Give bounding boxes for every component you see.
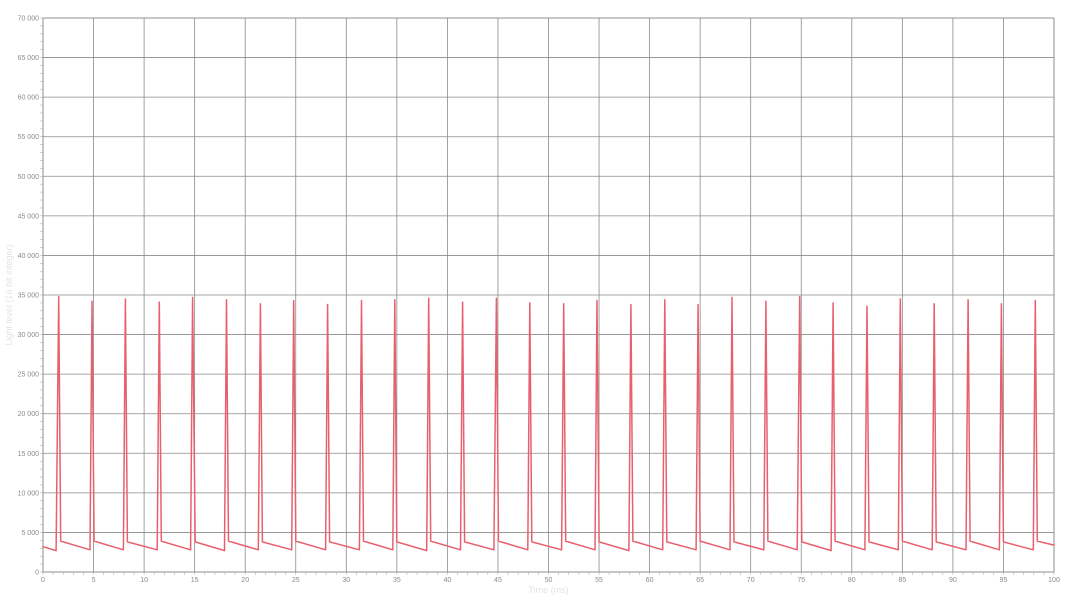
x-tick-label: 50 <box>545 577 553 584</box>
x-tick-label: 30 <box>342 577 350 584</box>
y-tick-label: 40 000 <box>18 253 40 260</box>
x-tick-label: 80 <box>848 577 856 584</box>
x-tick-label: 70 <box>747 577 755 584</box>
y-tick-label: 15 000 <box>18 451 40 458</box>
x-axis-title: Time (ms) <box>528 585 568 595</box>
y-tick-label: 5 000 <box>21 530 39 537</box>
x-tick-label: 75 <box>797 577 805 584</box>
x-tick-label: 40 <box>444 577 452 584</box>
y-tick-label: 50 000 <box>18 174 40 181</box>
x-tick-label: 90 <box>949 577 957 584</box>
x-tick-label: 5 <box>92 577 96 584</box>
light-level-chart: 0 5 10 15 20 25 30 35 40 45 50 55 60 65 70 75 80 85 90 95 10… <box>4 16 1060 596</box>
y-tick-label: 10 000 <box>18 490 40 497</box>
y-axis-title: Light level (16 bit integer) <box>4 244 14 345</box>
y-tick-label: 70 000 <box>18 16 40 23</box>
x-tick-label: 35 <box>393 577 401 584</box>
x-tick-label: 100 <box>1048 577 1060 584</box>
x-tick-label: 15 <box>191 577 199 584</box>
y-tick-label: 30 000 <box>18 332 40 339</box>
x-tick-label: 65 <box>696 577 704 584</box>
y-tick-label: 65 000 <box>18 55 40 62</box>
y-axis-ticks: 0 5 000 10 000 15 000 20 000 25 000 30 000 35 0… <box>18 16 40 577</box>
y-tick-label: 35 000 <box>18 293 40 300</box>
x-tick-label: 20 <box>241 577 249 584</box>
x-tick-label: 0 <box>41 577 45 584</box>
y-tick-label: 25 000 <box>18 372 40 379</box>
x-tick-label: 45 <box>494 577 502 584</box>
y-tick-label: 60 000 <box>18 95 40 102</box>
x-tick-label: 55 <box>595 577 603 584</box>
x-tick-label: 85 <box>898 577 906 584</box>
x-axis-ticks: 0 5 10 15 20 25 30 35 40 45 50 55 60 65 70 75 80 85 90 95 10… <box>41 577 1060 584</box>
x-tick-label: 60 <box>646 577 654 584</box>
x-tick-label: 25 <box>292 577 300 584</box>
x-tick-label: 95 <box>1000 577 1008 584</box>
y-tick-label: 0 <box>35 570 39 577</box>
y-tick-label: 20 000 <box>18 411 40 418</box>
y-tick-label: 45 000 <box>18 213 40 220</box>
x-tick-label: 10 <box>140 577 148 584</box>
y-tick-label: 55 000 <box>18 134 40 141</box>
